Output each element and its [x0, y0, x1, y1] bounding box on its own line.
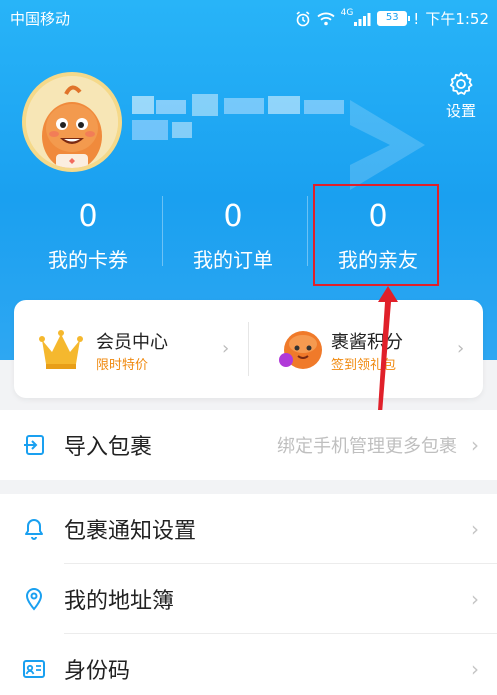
list-item-address-book[interactable]: 我的地址簿 › [0, 564, 497, 634]
chevron-right-icon: › [457, 338, 465, 359]
settings-label: 设置 [445, 102, 476, 120]
orders-label: 我的订单 [193, 248, 273, 272]
chevron-right-icon: › [471, 587, 479, 611]
list-item-id-code[interactable]: 身份码 › [0, 634, 497, 695]
bell-icon [25, 519, 43, 540]
chevron-right-icon: › [471, 517, 479, 541]
carrier-name: 中国移动 [10, 10, 71, 28]
orders-count: 0 [223, 199, 243, 234]
points-entry[interactable]: 裹酱积分 签到领礼包 › [249, 300, 483, 398]
stat-coupons[interactable]: 0 我的卡券 [13, 200, 163, 273]
signal-icon: 4G [341, 8, 372, 26]
settings-list: 包裹通知设置 › 我的地址簿 › 身份码 › [0, 494, 497, 695]
chevron-right-icon: › [471, 657, 479, 681]
notification-settings-label: 包裹通知设置 [64, 519, 197, 544]
member-card: 会员中心 限时特价 › 裹酱积分 签到领礼包 › [14, 300, 483, 398]
gear-icon [449, 72, 473, 95]
import-section: 导入包裹 绑定手机管理更多包裹 › [0, 410, 497, 480]
mascot-icon [279, 331, 322, 369]
avatar[interactable] [22, 72, 122, 172]
status-icons: 4G 53 ! 下午1:52 [295, 8, 489, 29]
annotation-highlight-box [313, 184, 439, 286]
id-code-label: 身份码 [64, 659, 131, 684]
battery-icon: 53 [377, 11, 411, 26]
coupons-label: 我的卡券 [48, 248, 128, 272]
stat-orders[interactable]: 0 我的订单 [158, 200, 308, 273]
chevron-right-icon: › [471, 433, 479, 457]
clock: 下午1:52 [425, 10, 489, 28]
id-card-icon [23, 660, 45, 678]
wifi-icon [316, 12, 335, 26]
chevron-right-icon: › [222, 338, 230, 359]
member-center-subtitle: 限时特价 [96, 358, 149, 373]
alarm-icon [295, 10, 311, 27]
alert-indicator: ! [413, 9, 420, 28]
crown-icon [39, 330, 83, 369]
coupons-count: 0 [78, 199, 98, 234]
user-name-blurred [132, 94, 344, 140]
annotation-arrow [377, 286, 398, 426]
cartoon-avatar-icon [26, 76, 118, 168]
settings-button[interactable]: 设置 [441, 70, 481, 121]
member-center-entry[interactable]: 会员中心 限时特价 › [14, 300, 248, 398]
member-center-title: 会员中心 [96, 332, 168, 353]
import-packages-hint: 绑定手机管理更多包裹 [277, 436, 457, 457]
import-packages-label: 导入包裹 [64, 435, 153, 460]
location-pin-icon [25, 587, 43, 611]
network-type: 4G [340, 7, 354, 18]
import-icon [24, 435, 44, 455]
import-packages-row[interactable]: 导入包裹 绑定手机管理更多包裹 › [0, 410, 497, 480]
address-book-label: 我的地址簿 [64, 589, 175, 614]
list-item-notification-settings[interactable]: 包裹通知设置 › [0, 494, 497, 564]
status-bar: 中国移动 4G 53 ! 下午1:52 [0, 0, 497, 36]
